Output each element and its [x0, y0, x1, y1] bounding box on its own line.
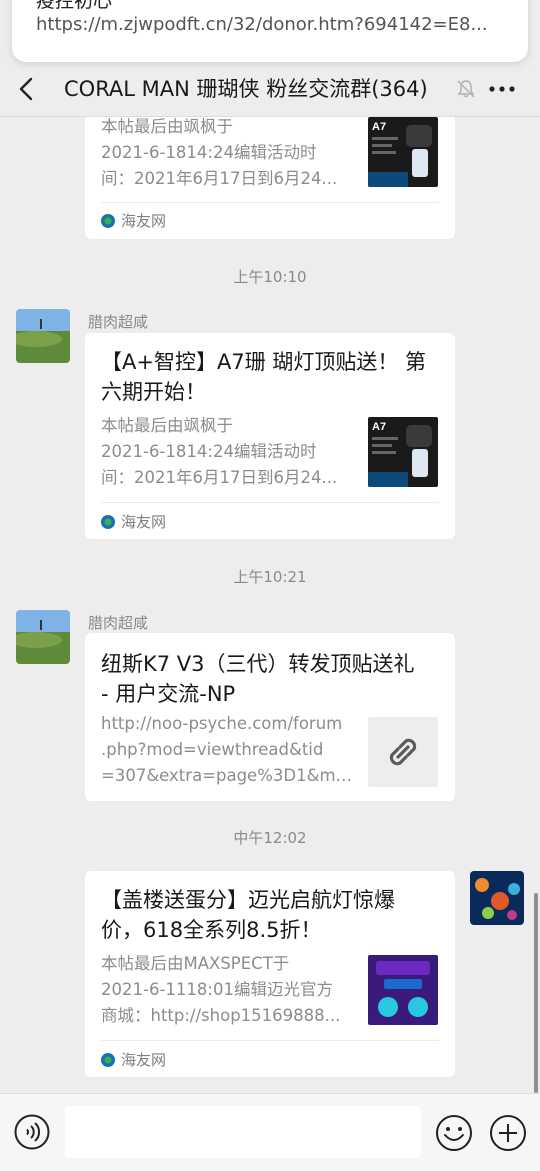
link-card-1[interactable]: 本帖最后由飒枫于 2021-6-1814:24编辑活动时 间：2021年6月17…: [85, 117, 455, 239]
link-card-4[interactable]: 【盖楼送蛋分】迈光启航灯惊爆 价，618全系列8.5折！ 本帖最后由MAXSPE…: [85, 871, 455, 1077]
timestamp: 上午10:21: [233, 568, 307, 586]
card-description: http://noo-psyche.com/forum .php?mod=vie…: [101, 714, 353, 785]
notification-card[interactable]: 疫控初心 https://m.zjwpodft.cn/32/donor.htm?…: [12, 0, 528, 62]
notification-url[interactable]: https://m.zjwpodft.cn/32/donor.htm?69414…: [36, 14, 510, 35]
timestamp: 中午12:02: [233, 829, 307, 847]
card-source: 海友网: [101, 1049, 166, 1070]
card-thumbnail: [368, 717, 438, 787]
input-bar: [0, 1093, 540, 1171]
site-logo-icon: [101, 213, 115, 228]
card-description: 本帖最后由飒枫于 2021-6-1814:24编辑活动时 间：2021年6月17…: [101, 117, 338, 188]
sender-name: 腊肉超咸: [88, 313, 149, 331]
my-avatar[interactable]: [470, 871, 524, 925]
card-description: 本帖最后由飒枫于 2021-6-1814:24编辑活动时 间：2021年6月17…: [101, 416, 338, 487]
site-logo-icon: [101, 514, 115, 529]
chat-scrollbar[interactable]: [534, 893, 538, 1093]
more-dots-icon[interactable]: [488, 76, 516, 102]
card-thumbnail: A7: [368, 117, 438, 187]
plus-icon[interactable]: [489, 1114, 527, 1152]
card-title: 纽斯K7 V3（三代）转发顶贴送礼 - 用户交流-NP: [101, 652, 415, 706]
voice-icon[interactable]: [14, 1114, 50, 1150]
link-icon: [389, 738, 417, 766]
chat-title: CORAL MAN 珊瑚侠 粉丝交流群(364): [64, 77, 428, 101]
link-card-2[interactable]: 【A+智控】A7珊 瑚灯顶贴送！ 第 六期开始！ 本帖最后由飒枫于 2021-6…: [85, 333, 455, 539]
chevron-left-icon[interactable]: [14, 76, 40, 102]
notification-title: 疫控初心: [36, 0, 113, 12]
chat-area[interactable]: 本帖最后由飒枫于 2021-6-1814:24编辑活动时 间：2021年6月17…: [0, 117, 540, 1093]
svg-text:A7: A7: [372, 421, 386, 433]
emoji-icon[interactable]: [435, 1114, 473, 1152]
card-description: 本帖最后由MAXSPECT于 2021-6-1118:01编辑迈光官方 商城：h…: [101, 954, 341, 1025]
bell-off-icon: [457, 80, 475, 98]
card-thumbnail: [368, 955, 438, 1025]
card-title: 【A+智控】A7珊 瑚灯顶贴送！ 第 六期开始！: [101, 350, 427, 404]
card-divider: [101, 502, 439, 503]
link-card-3[interactable]: 纽斯K7 V3（三代）转发顶贴送礼 - 用户交流-NP http://noo-p…: [85, 633, 455, 801]
card-thumbnail: A7: [368, 417, 438, 487]
card-divider: [101, 202, 439, 203]
card-source: 海友网: [101, 210, 166, 231]
chat-header: CORAL MAN 珊瑚侠 粉丝交流群(364): [0, 62, 540, 116]
sender-name: 腊肉超咸: [88, 614, 149, 632]
card-divider: [101, 1040, 439, 1041]
avatar[interactable]: [16, 309, 70, 363]
timestamp: 上午10:10: [233, 268, 307, 286]
message-input[interactable]: [65, 1106, 421, 1158]
card-title: 【盖楼送蛋分】迈光启航灯惊爆 价，618全系列8.5折！: [101, 888, 395, 942]
header-divider: [0, 116, 540, 117]
svg-text:A7: A7: [372, 121, 386, 133]
site-logo-icon: [101, 1052, 115, 1067]
card-source: 海友网: [101, 511, 166, 532]
avatar[interactable]: [16, 610, 70, 664]
